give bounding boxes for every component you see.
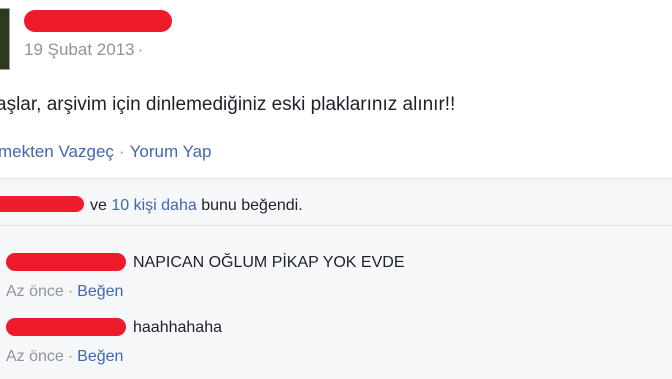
comment-item: haahhahaha Az önce · Beğen bbox=[0, 314, 672, 374]
feedback-section: ve 10 kişi daha bunu beğendi. NAPICAN OĞ… bbox=[0, 178, 672, 379]
comment-text: NAPICAN OĞLUM PİKAP YOK EVDE bbox=[133, 254, 405, 271]
comment-link[interactable]: Yorum Yap bbox=[130, 142, 212, 161]
comment-meta-separator: · bbox=[67, 283, 74, 300]
author-name-redaction bbox=[24, 10, 172, 32]
comment-time[interactable]: Az önce bbox=[6, 283, 64, 300]
comment-time[interactable]: Az önce bbox=[6, 348, 64, 365]
post-actions: mekten Vazgeç · Yorum Yap bbox=[0, 142, 212, 162]
likes-sentence: ve 10 kişi daha bunu beğendi. bbox=[90, 197, 303, 215]
likes-others-link[interactable]: 10 kişi daha bbox=[111, 197, 196, 214]
unfollow-link[interactable]: mekten Vazgeç bbox=[0, 142, 114, 161]
likes-summary: ve 10 kişi daha bunu beğendi. bbox=[0, 179, 672, 226]
action-separator: · bbox=[118, 142, 125, 161]
comment-like-link[interactable]: Beğen bbox=[77, 348, 123, 365]
likes-suffix: bunu beğendi. bbox=[201, 197, 303, 214]
post-header: 19 Şubat 2013 · bbox=[0, 0, 672, 80]
commenter-name-redaction bbox=[6, 318, 126, 336]
post-body-text: aşlar, arşivim için dinlemediğiniz eski … bbox=[0, 94, 456, 115]
comment-text: haahhahaha bbox=[133, 319, 222, 336]
comment-meta: Az önce · Beğen bbox=[6, 283, 123, 301]
comment-meta: Az önce · Beğen bbox=[6, 348, 123, 366]
post-date-text[interactable]: 19 Şubat 2013 bbox=[24, 40, 135, 59]
liker-name-redaction bbox=[0, 196, 84, 212]
comment-like-link[interactable]: Beğen bbox=[77, 283, 123, 300]
comment-meta-separator: · bbox=[67, 348, 74, 365]
comment-item: NAPICAN OĞLUM PİKAP YOK EVDE Az önce · Beğ… bbox=[0, 249, 672, 309]
date-separator: · bbox=[137, 40, 144, 59]
post-timestamp[interactable]: 19 Şubat 2013 · bbox=[24, 40, 143, 60]
commenter-name-redaction bbox=[6, 253, 126, 271]
likes-connector: ve bbox=[90, 197, 107, 214]
avatar[interactable] bbox=[0, 8, 10, 70]
